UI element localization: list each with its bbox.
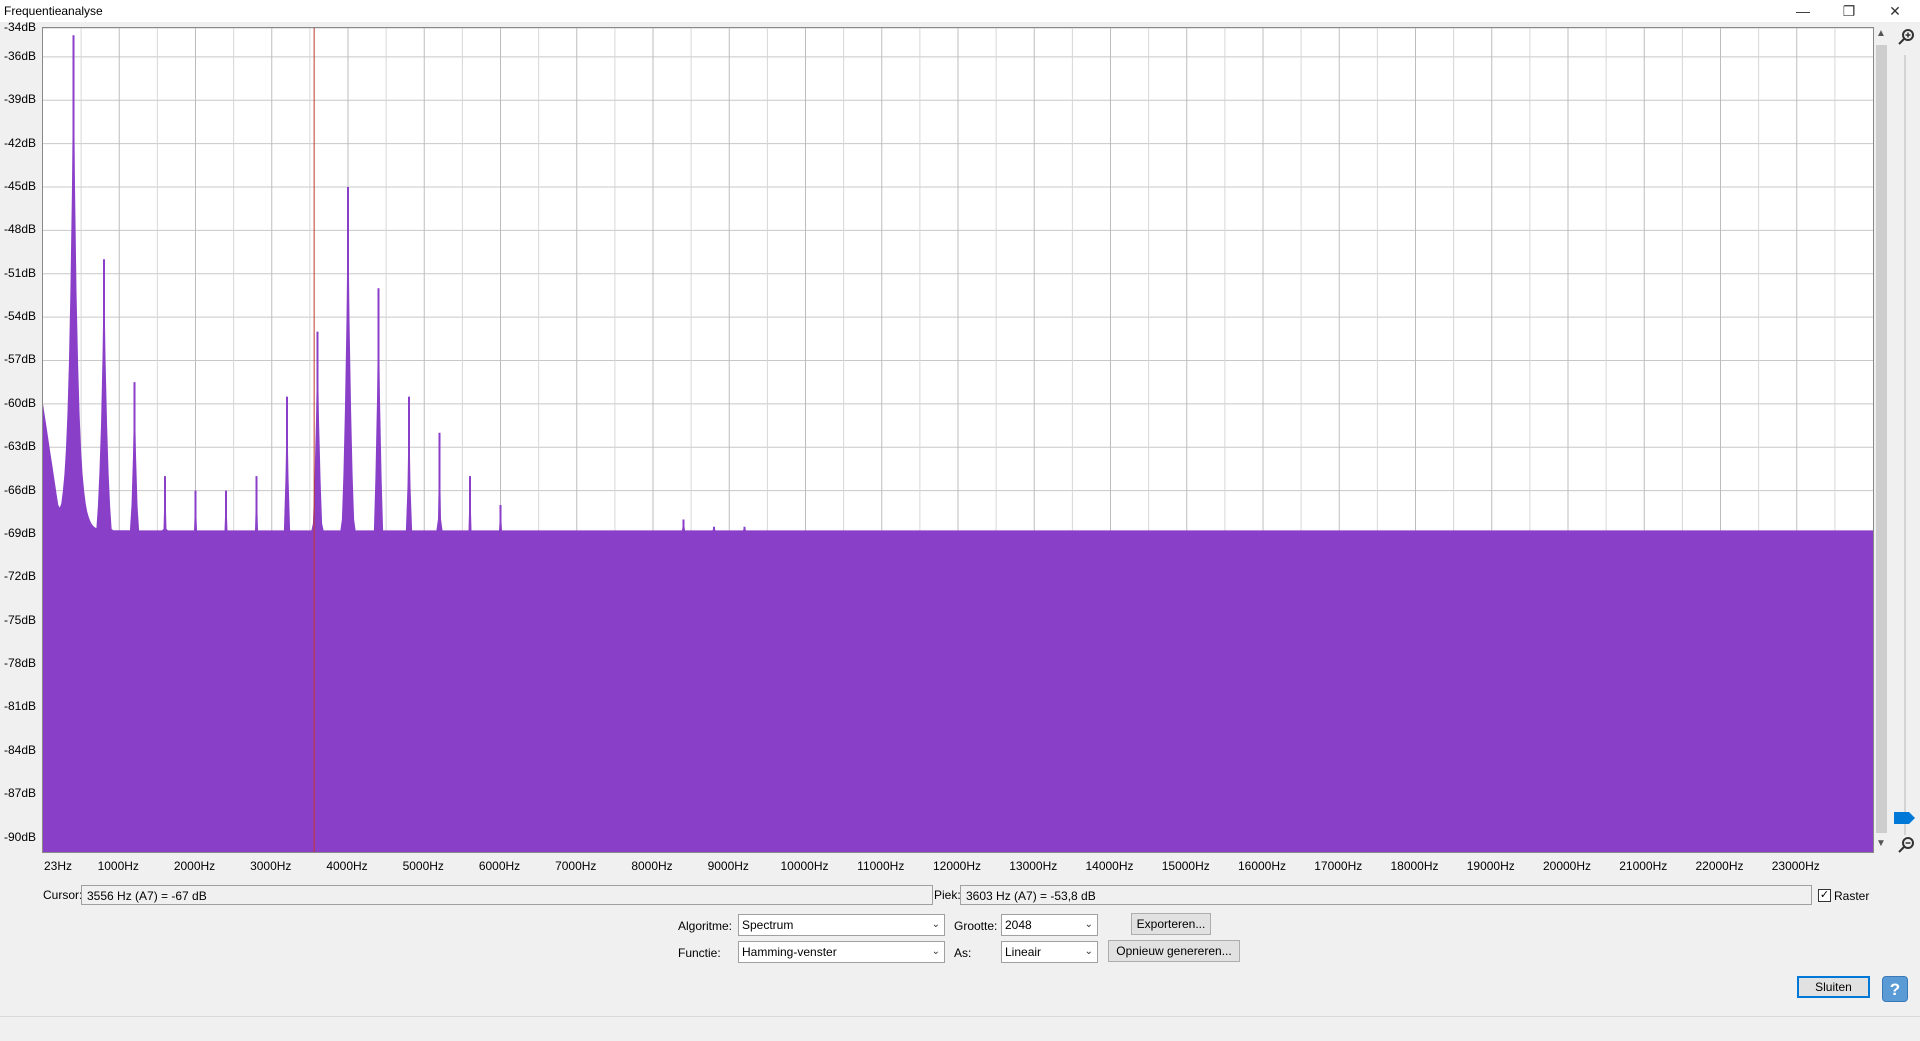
y-tick-label: -66dB [4, 482, 37, 497]
close-button[interactable]: Sluiten [1797, 976, 1870, 998]
y-tick-label: -45dB [4, 179, 37, 194]
function-value: Hamming-venster [742, 945, 837, 959]
y-tick-label: -84dB [4, 742, 37, 757]
zoom-slider-handle[interactable] [1894, 811, 1916, 825]
size-value: 2048 [1005, 918, 1032, 932]
x-tick-label: 23000Hz [1771, 859, 1820, 873]
x-tick-label: 4000Hz [326, 859, 368, 873]
grid-checkbox[interactable]: ✓ [1818, 889, 1831, 902]
close-icon[interactable]: ✕ [1872, 0, 1918, 22]
y-tick-label: -63dB [4, 439, 37, 454]
chevron-down-icon: ⌄ [931, 946, 940, 957]
y-tick-label: -72dB [4, 569, 37, 584]
x-tick-label: 3000Hz [250, 859, 292, 873]
x-tick-label: 17000Hz [1314, 859, 1363, 873]
regenerate-button[interactable]: Opnieuw genereren... [1108, 940, 1240, 962]
scrollbar-thumb[interactable] [1876, 45, 1887, 833]
x-tick-label: 1000Hz [97, 859, 139, 873]
algorithm-select[interactable]: Spectrum ⌄ [738, 914, 945, 936]
x-tick-label: 18000Hz [1390, 859, 1439, 873]
zoom-out-icon[interactable] [1896, 835, 1916, 855]
status-bar [0, 1016, 1920, 1041]
y-tick-label: -60dB [4, 395, 37, 410]
x-tick-label: 23Hz [43, 859, 73, 873]
y-tick-label: -34dB [4, 20, 37, 34]
function-label: Functie: [678, 946, 721, 960]
spectrum-chart [43, 28, 1873, 852]
axis-select[interactable]: Lineair ⌄ [1001, 941, 1098, 963]
y-tick-label: -39dB [4, 92, 37, 107]
title-bar: Frequentieanalyse — ❐ ✕ [0, 0, 1920, 22]
x-tick-label: 9000Hz [707, 859, 749, 873]
y-tick-label: -81dB [4, 699, 37, 714]
y-tick-label: -90dB [4, 829, 37, 844]
y-tick-label: -42dB [4, 135, 37, 150]
help-icon[interactable]: ? [1882, 976, 1908, 1002]
grid-label: Raster [1834, 889, 1870, 903]
y-tick-label: -54dB [4, 309, 37, 324]
zoom-column [1892, 27, 1920, 857]
zoom-track [1904, 55, 1906, 835]
y-tick-label: -75dB [4, 612, 37, 627]
restore-icon[interactable]: ❐ [1826, 0, 1872, 22]
algorithm-label: Algoritme: [678, 919, 733, 933]
zoom-in-icon[interactable] [1896, 27, 1916, 47]
function-select[interactable]: Hamming-venster ⌄ [738, 941, 945, 963]
chevron-down-icon: ⌄ [931, 919, 940, 930]
y-tick-label: -51dB [4, 265, 37, 280]
cursor-label: Cursor: [43, 888, 83, 902]
chevron-down-icon: ⌄ [1084, 946, 1093, 957]
x-tick-label: 6000Hz [478, 859, 521, 873]
export-button[interactable]: Exporteren... [1131, 913, 1211, 935]
x-tick-label: 11000Hz [857, 859, 905, 873]
x-tick-label: 2000Hz [173, 859, 216, 873]
scroll-down-icon[interactable]: ▼ [1874, 837, 1888, 851]
y-tick-label: -78dB [4, 656, 37, 671]
x-tick-label: 7000Hz [555, 859, 597, 873]
x-tick-label: 22000Hz [1695, 859, 1744, 873]
axis-value: Lineair [1005, 945, 1042, 959]
y-tick-label: -87dB [4, 786, 37, 801]
x-tick-label: 15000Hz [1161, 859, 1210, 873]
x-tick-label: 19000Hz [1466, 859, 1515, 873]
window-title: Frequentieanalyse [4, 4, 103, 18]
x-tick-label: 21000Hz [1619, 859, 1668, 873]
algorithm-value: Spectrum [742, 918, 794, 932]
x-tick-label: 20000Hz [1542, 859, 1592, 873]
peak-readout: 3603 Hz (A7) = -53,8 dB [960, 885, 1812, 905]
cursor-readout: 3556 Hz (A7) = -67 dB [81, 885, 933, 905]
x-tick-label: 13000Hz [1009, 859, 1058, 873]
vertical-scrollbar[interactable]: ▲ ▼ [1874, 27, 1888, 851]
peak-label: Piek: [934, 888, 961, 902]
size-label: Grootte: [954, 919, 998, 933]
chevron-down-icon: ⌄ [1084, 919, 1093, 930]
y-tick-label: -36dB [4, 48, 37, 63]
spectrum-plot[interactable] [42, 27, 1874, 853]
minimize-icon[interactable]: — [1780, 0, 1826, 22]
x-tick-label: 8000Hz [631, 859, 673, 873]
x-tick-label: 14000Hz [1085, 859, 1134, 873]
y-tick-label: -48dB [4, 222, 37, 237]
x-tick-label: 16000Hz [1237, 859, 1287, 873]
y-tick-label: -57dB [4, 352, 37, 367]
x-tick-label: 12000Hz [932, 859, 982, 873]
x-tick-label: 10000Hz [780, 859, 829, 873]
size-select[interactable]: 2048 ⌄ [1001, 914, 1098, 936]
y-tick-label: -69dB [4, 525, 37, 540]
axis-label: As: [954, 946, 972, 960]
scroll-up-icon[interactable]: ▲ [1874, 27, 1888, 41]
x-tick-label: 5000Hz [402, 859, 444, 873]
